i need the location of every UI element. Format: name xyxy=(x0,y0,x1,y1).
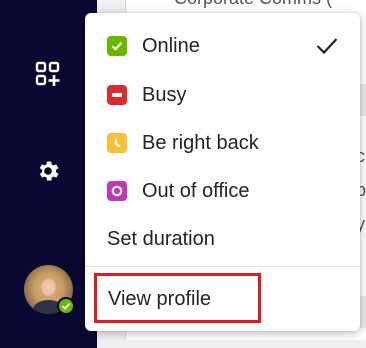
background-text: Corporate Comms ( xyxy=(174,0,332,9)
set-duration-item[interactable]: Set duration xyxy=(85,216,360,262)
status-label: Online xyxy=(142,34,200,57)
out-of-office-icon xyxy=(107,181,127,201)
teams-window: Corporate Comms ( c p y xyxy=(0,0,366,348)
status-item-busy[interactable]: Busy xyxy=(85,72,360,118)
away-clock-icon xyxy=(107,133,127,153)
busy-icon xyxy=(107,85,127,105)
menu-divider xyxy=(85,266,360,267)
status-item-online[interactable]: Online xyxy=(85,23,360,69)
set-duration-label: Set duration xyxy=(107,227,215,250)
apps-add-button[interactable] xyxy=(28,54,68,94)
presence-available-icon xyxy=(57,297,75,315)
status-menu: Online Busy Be right back Out of office … xyxy=(85,13,360,331)
apps-add-icon xyxy=(35,61,60,86)
settings-button[interactable] xyxy=(28,151,68,191)
status-label: Out of office xyxy=(142,179,250,202)
checkmark-icon xyxy=(316,38,338,55)
view-profile-label: View profile xyxy=(108,288,212,310)
view-profile-button[interactable]: View profile xyxy=(94,273,261,323)
status-item-be-right-back[interactable]: Be right back xyxy=(85,120,360,166)
app-rail xyxy=(0,0,97,348)
status-label: Be right back xyxy=(142,131,259,154)
settings-gear-icon xyxy=(39,161,59,181)
status-item-out-of-office[interactable]: Out of office xyxy=(85,168,360,214)
available-icon xyxy=(107,36,127,56)
status-label: Busy xyxy=(142,83,187,106)
